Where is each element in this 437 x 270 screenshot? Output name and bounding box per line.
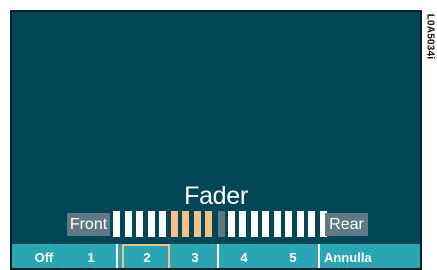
menu-separator: [318, 244, 320, 268]
fader-segment: [170, 211, 178, 237]
fader-bar-indicator: [113, 211, 327, 237]
menu-4-button[interactable]: 4: [220, 244, 268, 268]
fader-segment: [262, 211, 269, 237]
fader-segment: [136, 211, 143, 237]
display-screen: Fader Front Rear Off 1 2 3 4 5 Annulla: [10, 10, 422, 270]
fader-segment: [182, 211, 189, 237]
cancel-button[interactable]: Annulla: [322, 244, 380, 268]
selected-item-highlight: [122, 244, 170, 268]
fader-segment: [159, 211, 166, 237]
menu-bar: Off 1 2 3 4 5 Annulla: [12, 244, 420, 268]
menu-5-button[interactable]: 5: [268, 244, 318, 268]
fader-segment: [273, 211, 281, 237]
fader-segment: [113, 211, 120, 237]
fader-segment: [205, 211, 212, 237]
fader-segment: [193, 211, 201, 237]
rear-label: Rear: [325, 213, 368, 236]
fader-segment: [250, 211, 258, 237]
fader-center-marker: [217, 211, 225, 237]
menu-3-button[interactable]: 3: [172, 244, 218, 268]
page-title: Fader: [184, 182, 248, 210]
menu-1-button[interactable]: 1: [70, 244, 112, 268]
fader-segment: [308, 211, 315, 237]
fader-segment: [227, 211, 235, 237]
fader-segment: [296, 211, 304, 237]
menu-separator: [116, 244, 118, 268]
fader-segment: [147, 211, 155, 237]
image-code: L0A5034i: [424, 13, 436, 59]
menu-off-button[interactable]: Off: [20, 244, 68, 268]
menu-separator: [217, 244, 219, 268]
fader-segment: [285, 211, 292, 237]
fader-segment: [239, 211, 246, 237]
fader-segment: [124, 211, 132, 237]
front-label: Front: [67, 213, 110, 236]
